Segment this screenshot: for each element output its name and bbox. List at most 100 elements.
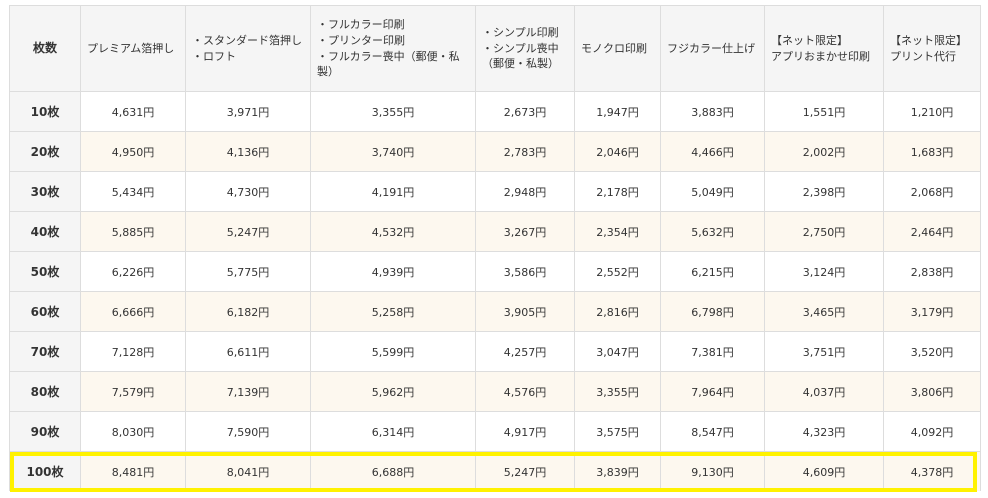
price-cell: 7,381円 xyxy=(660,331,765,372)
price-cell: 7,128円 xyxy=(80,331,186,372)
price-cell: 3,839円 xyxy=(574,451,661,491)
price-cell: 4,037円 xyxy=(764,371,884,412)
price-cell: 6,314円 xyxy=(310,411,476,452)
price-cell: 4,730円 xyxy=(185,171,311,212)
price-cell: 5,599円 xyxy=(310,331,476,372)
header-line: プリント代行 xyxy=(890,49,956,63)
header-plan-1: プレミアム箔押し xyxy=(80,5,186,92)
price-cell: 8,481円 xyxy=(80,451,186,491)
price-cell: 2,673円 xyxy=(475,91,575,132)
table-row: 30枚 5,434円 4,730円 4,191円 2,948円 2,178円 5,049円 2… xyxy=(9,171,981,212)
header-plan-3: ・フルカラー印刷 ・プリンター印刷 ・フルカラー喪中（郵便・私 製） xyxy=(310,5,476,92)
header-count: 枚数 xyxy=(9,5,81,92)
price-cell: 7,139円 xyxy=(185,371,311,412)
table-row: 20枚 4,950円 4,136円 3,740円 2,783円 2,046円 4,466円 2… xyxy=(9,131,981,172)
price-cell: 7,579円 xyxy=(80,371,186,412)
table-header-row: 枚数 プレミアム箔押し ・スタンダード箔押し ・ロフト ・フルカラー印刷 ・プリンター印刷… xyxy=(9,5,981,92)
header-line: ・シンプル印刷 xyxy=(482,25,559,39)
price-cell: 5,962円 xyxy=(310,371,476,412)
price-cell: 2,002円 xyxy=(764,131,884,172)
price-cell: 3,740円 xyxy=(310,131,476,172)
table-row: 50枚 6,226円 5,775円 4,939円 3,586円 2,552円 6,215円 3… xyxy=(9,251,981,292)
price-cell: 3,355円 xyxy=(310,91,476,132)
price-cell: 4,092円 xyxy=(883,411,981,452)
price-cell: 3,751円 xyxy=(764,331,884,372)
price-cell: 7,590円 xyxy=(185,411,311,452)
price-cell: 4,191円 xyxy=(310,171,476,212)
price-cell: 3,179円 xyxy=(883,291,981,332)
header-plan-5: モノクロ印刷 xyxy=(574,5,661,92)
price-cell: 3,883円 xyxy=(660,91,765,132)
price-cell: 2,046円 xyxy=(574,131,661,172)
count-cell: 80枚 xyxy=(9,371,81,412)
header-line: ・プリンター印刷 xyxy=(317,33,405,47)
price-table: 枚数 プレミアム箔押し ・スタンダード箔押し ・ロフト ・フルカラー印刷 ・プリンター印刷… xyxy=(9,5,981,491)
table-row: 100枚 8,481円 8,041円 6,688円 5,247円 3,839円 9,130円… xyxy=(9,451,981,491)
header-line: プレミアム箔押し xyxy=(87,41,175,55)
price-cell: 2,178円 xyxy=(574,171,661,212)
price-cell: 4,466円 xyxy=(660,131,765,172)
price-cell: 3,465円 xyxy=(764,291,884,332)
table-row: 10枚 4,631円 3,971円 3,355円 2,673円 1,947円 3,883円 1… xyxy=(9,91,981,132)
header-line: 【ネット限定】 xyxy=(890,33,967,47)
price-cell: 5,258円 xyxy=(310,291,476,332)
header-line: 【ネット限定】 xyxy=(771,33,848,47)
price-cell: 3,047円 xyxy=(574,331,661,372)
price-cell: 5,885円 xyxy=(80,211,186,252)
price-cell: 2,354円 xyxy=(574,211,661,252)
header-line: ・フルカラー印刷 xyxy=(317,17,405,31)
price-cell: 2,816円 xyxy=(574,291,661,332)
count-cell: 70枚 xyxy=(9,331,81,372)
header-line: ・ロフト xyxy=(192,49,236,63)
count-cell: 60枚 xyxy=(9,291,81,332)
header-plan-4: ・シンプル印刷 ・シンプル喪中 （郵便・私製） xyxy=(475,5,575,92)
header-line: フジカラー仕上げ xyxy=(667,41,755,55)
price-cell: 2,783円 xyxy=(475,131,575,172)
price-cell: 3,267円 xyxy=(475,211,575,252)
price-cell: 8,030円 xyxy=(80,411,186,452)
price-cell: 3,971円 xyxy=(185,91,311,132)
price-cell: 1,683円 xyxy=(883,131,981,172)
price-cell: 1,947円 xyxy=(574,91,661,132)
price-cell: 7,964円 xyxy=(660,371,765,412)
price-cell: 2,838円 xyxy=(883,251,981,292)
header-line: ・シンプル喪中 xyxy=(482,41,559,55)
price-cell: 4,532円 xyxy=(310,211,476,252)
price-cell: 2,398円 xyxy=(764,171,884,212)
price-cell: 2,552円 xyxy=(574,251,661,292)
price-cell: 4,609円 xyxy=(764,451,884,491)
price-cell: 3,520円 xyxy=(883,331,981,372)
count-cell: 90枚 xyxy=(9,411,81,452)
price-cell: 5,247円 xyxy=(185,211,311,252)
price-cell: 3,806円 xyxy=(883,371,981,412)
price-cell: 4,257円 xyxy=(475,331,575,372)
price-cell: 6,226円 xyxy=(80,251,186,292)
price-cell: 6,182円 xyxy=(185,291,311,332)
price-cell: 3,124円 xyxy=(764,251,884,292)
header-plan-2: ・スタンダード箔押し ・ロフト xyxy=(185,5,311,92)
count-cell: 100枚 xyxy=(9,451,81,491)
price-cell: 3,905円 xyxy=(475,291,575,332)
count-cell: 30枚 xyxy=(9,171,81,212)
header-line: 枚数 xyxy=(32,40,57,55)
table-row: 40枚 5,885円 5,247円 4,532円 3,267円 2,354円 5,632円 2… xyxy=(9,211,981,252)
price-cell: 5,775円 xyxy=(185,251,311,292)
price-cell: 4,323円 xyxy=(764,411,884,452)
price-cell: 6,611円 xyxy=(185,331,311,372)
count-cell: 40枚 xyxy=(9,211,81,252)
price-cell: 4,136円 xyxy=(185,131,311,172)
count-cell: 50枚 xyxy=(9,251,81,292)
table-row: 80枚 7,579円 7,139円 5,962円 4,576円 3,355円 7,964円 4… xyxy=(9,371,981,412)
price-cell: 6,688円 xyxy=(310,451,476,491)
price-cell: 3,355円 xyxy=(574,371,661,412)
price-cell: 6,666円 xyxy=(80,291,186,332)
count-cell: 20枚 xyxy=(9,131,81,172)
price-cell: 4,917円 xyxy=(475,411,575,452)
price-cell: 3,586円 xyxy=(475,251,575,292)
price-cell: 4,631円 xyxy=(80,91,186,132)
table-row: 60枚 6,666円 6,182円 5,258円 3,905円 2,816円 6,798円 3… xyxy=(9,291,981,332)
price-cell: 4,950円 xyxy=(80,131,186,172)
price-cell: 6,798円 xyxy=(660,291,765,332)
price-cell: 2,464円 xyxy=(883,211,981,252)
price-cell: 6,215円 xyxy=(660,251,765,292)
